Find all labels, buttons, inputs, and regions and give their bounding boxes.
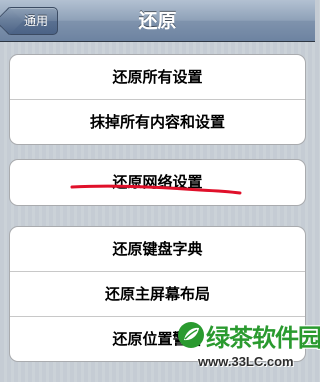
page-title: 还原	[138, 10, 177, 32]
erase-all-content-cell[interactable]: 抹掉所有内容和设置	[10, 99, 305, 144]
reset-keyboard-dictionary-cell[interactable]: 还原键盘字典	[10, 227, 305, 271]
tea-leaf-logo-icon	[178, 322, 204, 348]
reset-home-screen-layout-cell[interactable]: 还原主屏幕布局	[10, 271, 305, 316]
reset-network-settings-cell[interactable]: 还原网络设置	[10, 160, 305, 205]
watermark-site-name: 绿茶软件园	[206, 324, 320, 352]
navigation-bar: 通用 还原	[0, 0, 315, 42]
reset-all-settings-cell[interactable]: 还原所有设置	[10, 55, 305, 99]
reset-group-2: 还原网络设置	[9, 159, 306, 206]
site-watermark: 绿茶软件园 www.33LC.com	[176, 318, 320, 378]
reset-group-1: 还原所有设置 抹掉所有内容和设置	[9, 54, 306, 145]
watermark-url: www.33LC.com	[198, 354, 294, 369]
